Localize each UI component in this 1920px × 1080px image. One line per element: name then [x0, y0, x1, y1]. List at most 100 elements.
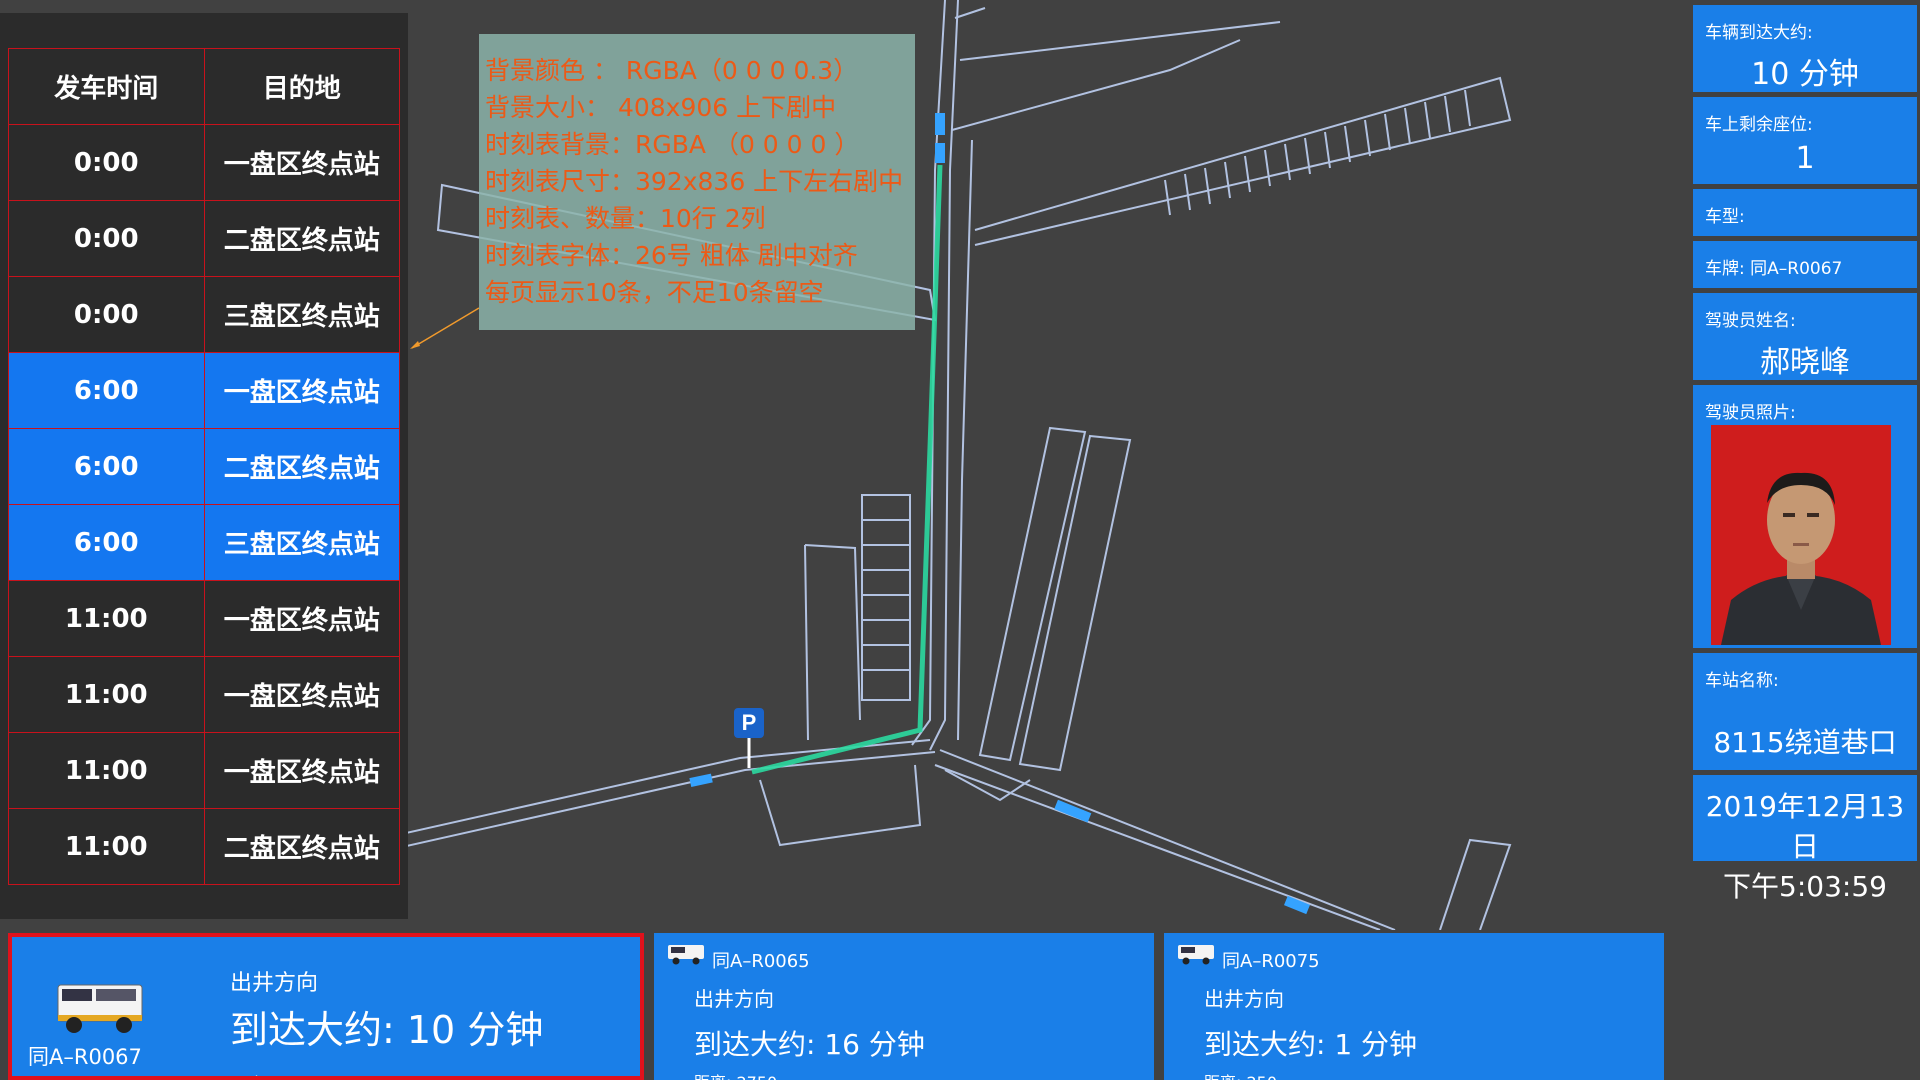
bus-plate: 同A–R0075	[1222, 951, 1320, 972]
map-tunnel	[862, 519, 910, 671]
driver-photo-label: 驾驶员照片:	[1705, 403, 1796, 423]
departure-time: 11:00	[8, 656, 205, 733]
map-tunnel	[911, 0, 946, 746]
timetable: 发车时间 目的地 0:00 一盘区终点站 0:00 二盘区终点站 0:00 三盘区终点…	[8, 48, 400, 885]
bus-plate: 同A–R0067	[28, 1045, 142, 1069]
timetable-header-row: 发车时间 目的地	[8, 48, 400, 125]
bus-card-selected[interactable]: 同A–R0067 出井方向 到达大约: 10 分钟 距离: 1040	[8, 933, 644, 1080]
map-tunnel	[954, 7, 986, 19]
annotation-line: 时刻表背景：RGBA （0 0 0 0 ）	[485, 130, 860, 159]
annotation-line: 背景大小： 408x906 上下剧中	[485, 93, 837, 122]
driver-name-panel: 驾驶员姓名: 郝晓峰	[1693, 293, 1917, 380]
bus-marker	[935, 113, 945, 135]
departure-time: 6:00	[8, 428, 205, 505]
table-row[interactable]: 0:00 二盘区终点站	[8, 200, 400, 277]
seats-panel: 车上剩余座位: 1	[1693, 97, 1917, 184]
map-tunnel	[939, 749, 1396, 930]
arrival-estimate-panel: 车辆到达大约: 10 分钟	[1693, 5, 1917, 92]
destination: 一盘区终点站	[203, 732, 400, 809]
header-destination: 目的地	[203, 48, 400, 125]
table-row[interactable]: 6:00 三盘区终点站	[8, 504, 400, 581]
bus-marker	[689, 773, 713, 787]
time-value: 下午5:03:59	[1723, 870, 1887, 903]
parking-sign[interactable]: P	[734, 708, 764, 738]
annotation-arrow-head	[410, 341, 420, 349]
seats-value: 1	[1795, 141, 1815, 176]
vehicle-type-panel: 车型:	[1693, 189, 1917, 236]
bus-direction: 出井方向	[230, 971, 319, 996]
map-tunnel	[957, 139, 973, 741]
arrival-value: 10 分钟	[1751, 57, 1859, 92]
datetime-panel: 2019年12月13日 下午5:03:59	[1693, 775, 1917, 903]
table-row[interactable]: 11:00 一盘区终点站	[8, 580, 400, 657]
map-tunnel	[1018, 434, 1132, 772]
plate-label: 车牌: 同A–R0067	[1705, 259, 1843, 279]
bus-eta: 到达大约: 1 分钟	[1204, 1028, 1418, 1061]
bus-distance: 距离: 2750	[694, 1069, 777, 1080]
destination: 三盘区终点站	[203, 504, 400, 581]
table-row[interactable]: 0:00 一盘区终点站	[8, 124, 400, 201]
destination: 二盘区终点站	[203, 428, 400, 505]
destination: 二盘区终点站	[203, 808, 400, 885]
bus-plate: 同A–R0065	[712, 951, 810, 972]
table-row[interactable]: 0:00 三盘区终点站	[8, 276, 400, 353]
destination: 三盘区终点站	[203, 276, 400, 353]
driver-name-value: 郝晓峰	[1760, 345, 1850, 380]
table-row[interactable]: 11:00 一盘区终点站	[8, 732, 400, 809]
timetable-panel: 发车时间 目的地 0:00 一盘区终点站 0:00 二盘区终点站 0:00 三盘区终点…	[0, 13, 408, 919]
table-row[interactable]: 6:00 一盘区终点站	[8, 352, 400, 429]
annotation-line: 时刻表字体：26号 粗体 剧中对齐	[485, 241, 858, 270]
bus-eta: 到达大约: 16 分钟	[694, 1028, 925, 1061]
bus-direction: 出井方向	[694, 987, 774, 1011]
map-tunnel	[759, 764, 922, 847]
destination: 二盘区终点站	[203, 200, 400, 277]
map-tunnel	[1164, 89, 1471, 216]
map-tunnel	[951, 39, 1241, 131]
departure-time: 6:00	[8, 504, 205, 581]
departure-time: 0:00	[8, 276, 205, 353]
annotation-arrow	[411, 307, 480, 349]
station-name: 8115绕道巷口	[1713, 726, 1897, 759]
driver-name-label: 驾驶员姓名:	[1705, 311, 1796, 331]
table-row[interactable]: 6:00 二盘区终点站	[8, 428, 400, 505]
destination: 一盘区终点站	[203, 656, 400, 733]
station-label: 车站名称:	[1705, 671, 1779, 691]
destination: 一盘区终点站	[203, 124, 400, 201]
bus-card[interactable]: 同A–R0075 出井方向 到达大约: 1 分钟 距离: 250	[1164, 933, 1664, 1080]
departure-time: 11:00	[8, 808, 205, 885]
departure-time: 0:00	[8, 200, 205, 277]
design-annotation: 背景颜色 ： RGBA（0 0 0 0.3） 背景大小： 408x906 上下剧…	[479, 34, 915, 330]
parking-label: P	[741, 710, 757, 735]
seats-label: 车上剩余座位:	[1705, 115, 1813, 135]
bus-card[interactable]: 同A–R0065 出井方向 到达大约: 16 分钟 距离: 2750	[654, 933, 1154, 1080]
plate-panel: 车牌: 同A–R0067	[1693, 241, 1917, 288]
bus-eta: 到达大约: 10 分钟	[230, 1008, 544, 1052]
bus-icon	[668, 945, 704, 965]
header-departure-time: 发车时间	[8, 48, 205, 125]
bus-icon	[1178, 945, 1214, 965]
map-tunnel	[804, 544, 861, 741]
station-panel: 车站名称: 8115绕道巷口	[1693, 653, 1917, 770]
destination: 一盘区终点站	[203, 352, 400, 429]
bus-distance: 距离: 250	[1204, 1069, 1277, 1080]
map-tunnel	[974, 76, 1512, 246]
bus-marker	[935, 143, 945, 163]
map-tunnel	[959, 21, 1281, 61]
map-tunnel	[1439, 838, 1512, 930]
departure-time: 6:00	[8, 352, 205, 429]
map-tunnel	[934, 764, 1381, 930]
driver-photo-panel: 驾驶员照片:	[1693, 385, 1917, 648]
vehicle-type-label: 车型:	[1705, 207, 1745, 227]
annotation-line: 每页显示10条，不足10条留空	[485, 278, 824, 307]
arrival-label: 车辆到达大约:	[1705, 23, 1813, 43]
table-row[interactable]: 11:00 二盘区终点站	[8, 808, 400, 885]
departure-time: 11:00	[8, 732, 205, 809]
driver-photo	[1711, 425, 1891, 645]
destination: 一盘区终点站	[203, 580, 400, 657]
annotation-line: 时刻表、数量：10行 2列	[485, 204, 766, 233]
departure-time: 0:00	[8, 124, 205, 201]
annotation-line: 背景颜色 ： RGBA（0 0 0 0.3）	[485, 56, 859, 85]
bus-direction: 出井方向	[1204, 987, 1284, 1011]
table-row[interactable]: 11:00 一盘区终点站	[8, 656, 400, 733]
bus-icon	[57, 984, 143, 1033]
